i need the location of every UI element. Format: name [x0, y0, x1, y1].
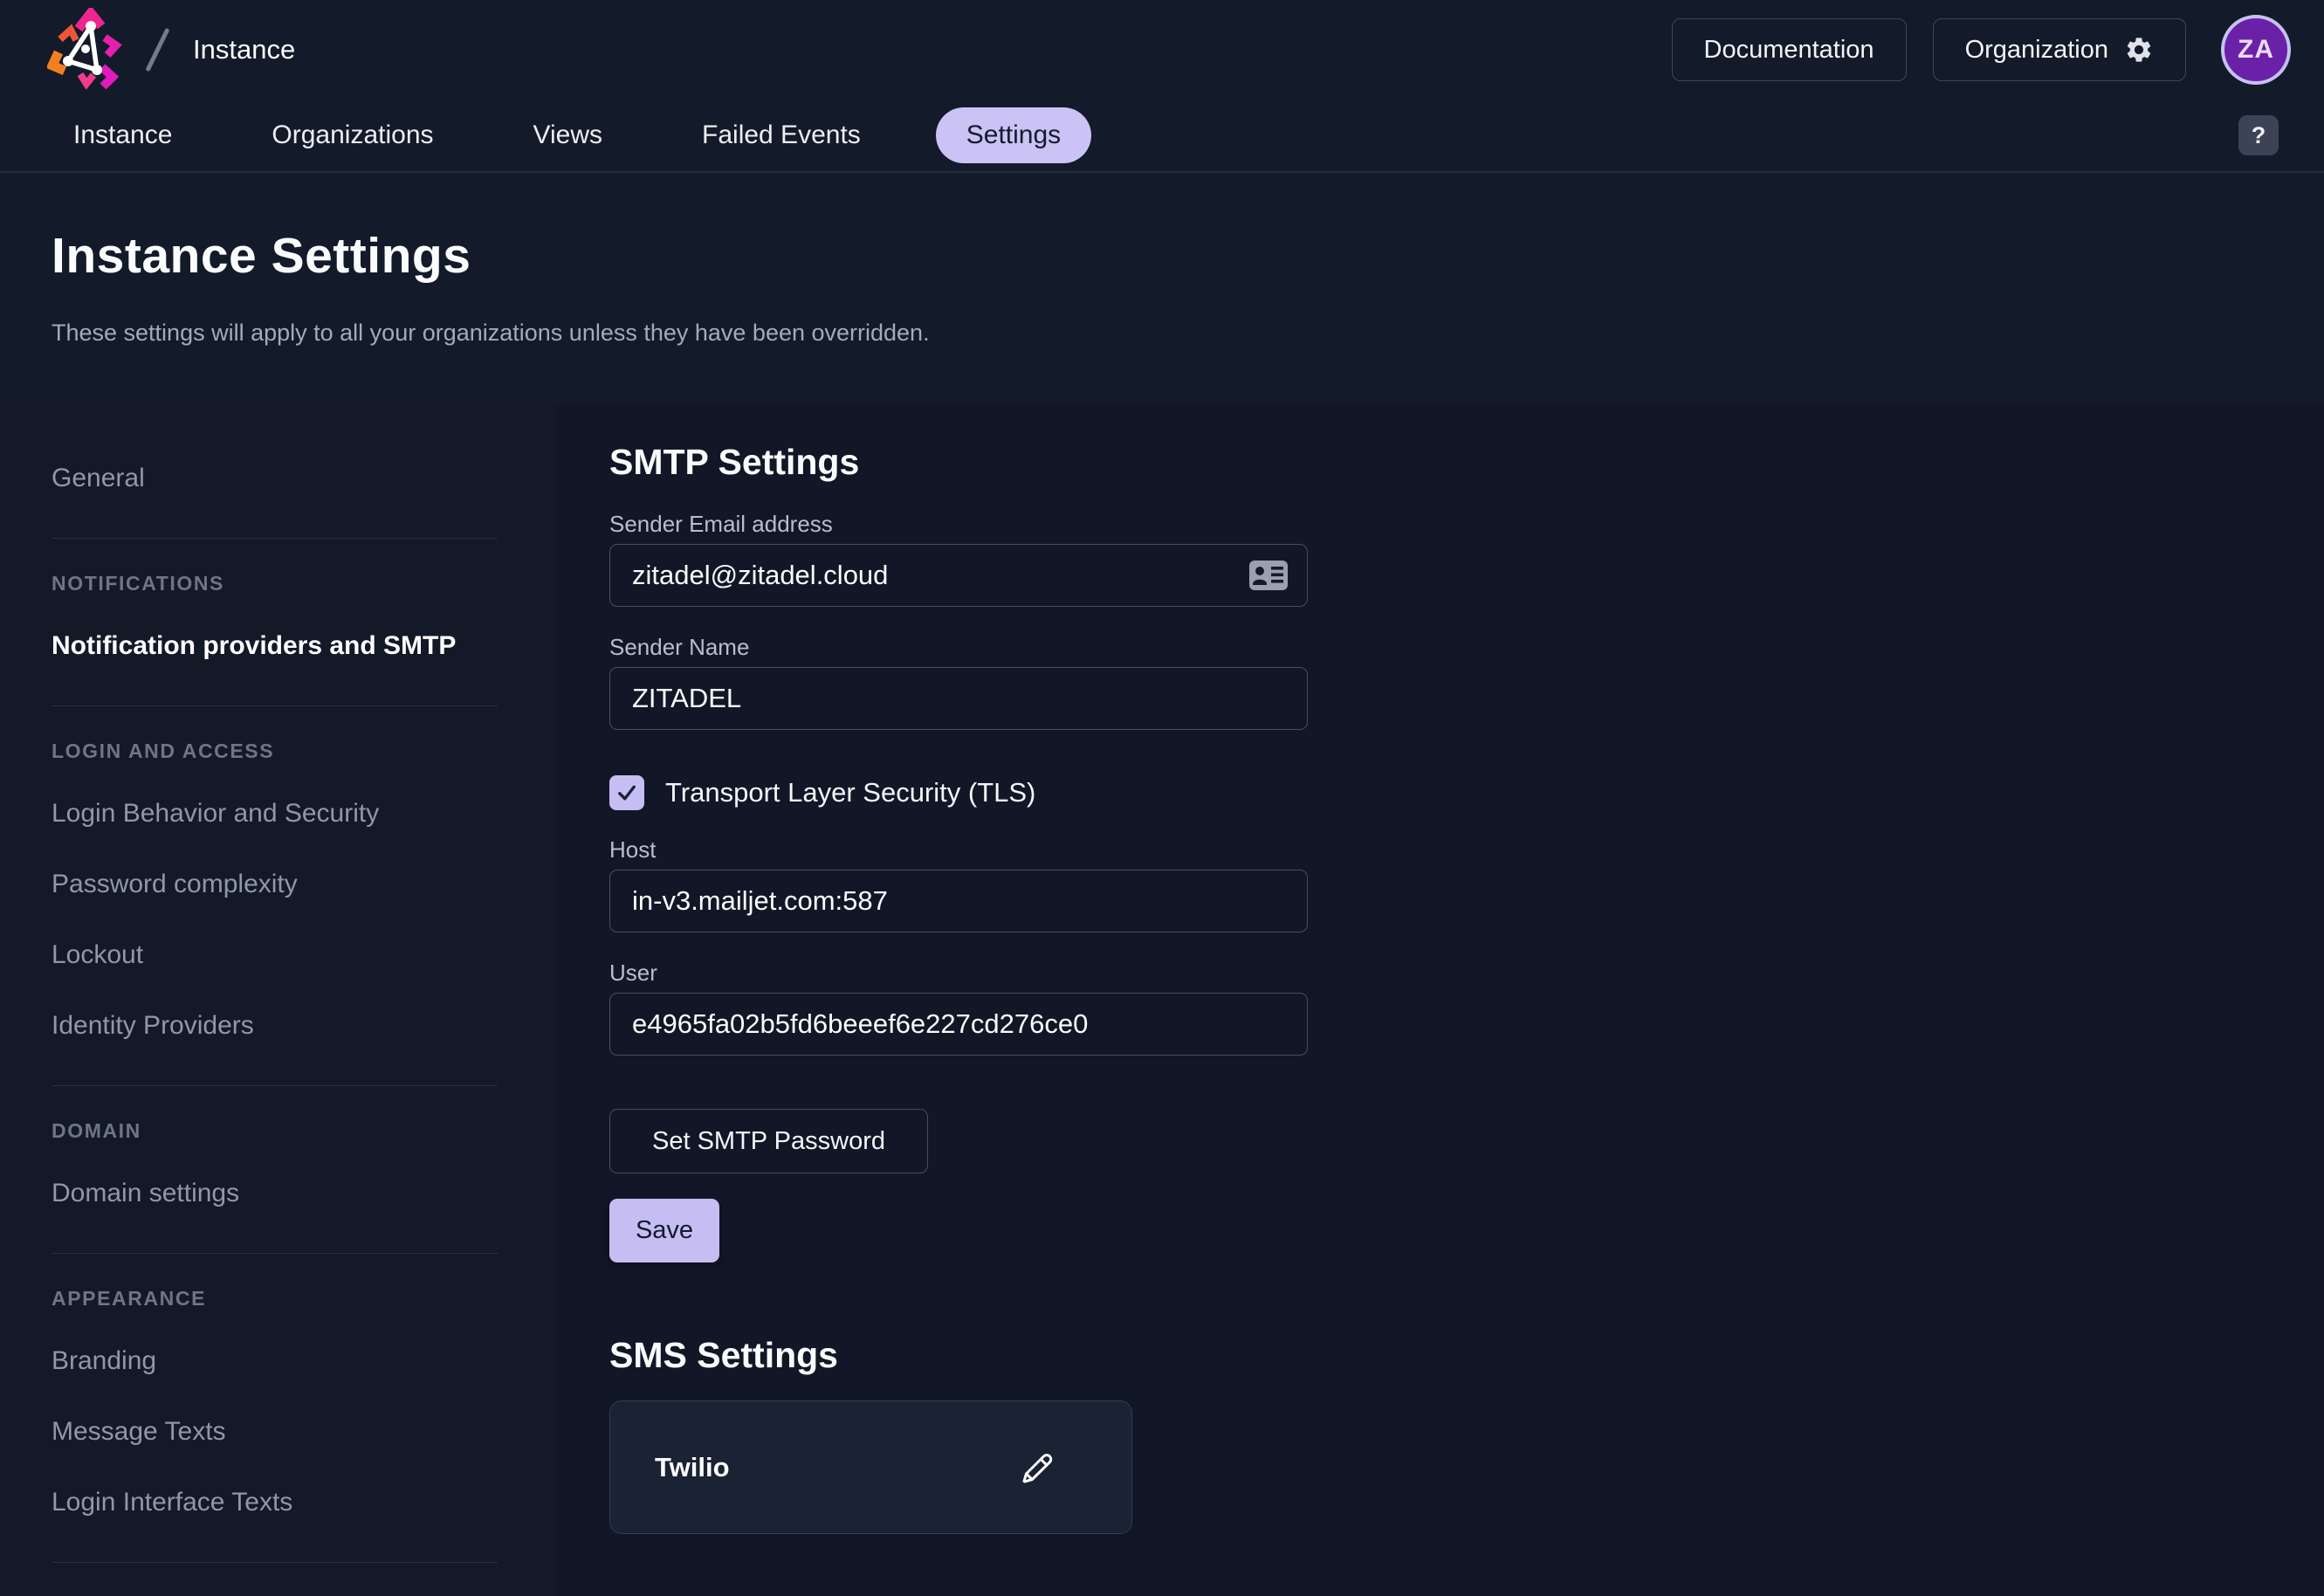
set-smtp-password-button[interactable]: Set SMTP Password	[609, 1109, 928, 1173]
smtp-settings-title: SMTP Settings	[609, 441, 2324, 483]
title-block: Instance Settings These settings will ap…	[0, 173, 2324, 404]
sidebar-item-password-complexity[interactable]: Password complexity	[52, 869, 554, 900]
sidebar-item-domain-settings[interactable]: Domain settings	[52, 1178, 554, 1209]
user-avatar[interactable]: ZA	[2221, 15, 2291, 85]
sidebar-item-login-interface-texts[interactable]: Login Interface Texts	[52, 1487, 554, 1518]
topbar-actions: Documentation Organization ZA	[1672, 15, 2292, 85]
zitadel-logo-icon[interactable]	[45, 6, 133, 93]
settings-body: General NOTIFICATIONS Notification provi…	[0, 404, 2324, 1596]
save-button[interactable]: Save	[609, 1199, 719, 1262]
edit-pencil-icon[interactable]	[1017, 1448, 1057, 1488]
host-field-group: Host	[609, 838, 1308, 932]
user-field-group: User	[609, 961, 1308, 1056]
host-label: Host	[609, 838, 1308, 861]
sender-email-label: Sender Email address	[609, 513, 1308, 535]
sender-name-label: Sender Name	[609, 636, 1308, 658]
smtp-settings-panel: SMTP Settings Sender Email address	[554, 404, 2324, 1596]
sidebar-item-branding[interactable]: Branding	[52, 1345, 554, 1377]
sender-name-field-group: Sender Name	[609, 636, 1308, 730]
documentation-button[interactable]: Documentation	[1672, 18, 1907, 81]
sidebar-section-notifications: NOTIFICATIONS	[52, 572, 554, 595]
question-mark-icon: ?	[2252, 122, 2266, 149]
tab-failed-events[interactable]: Failed Events	[677, 108, 885, 162]
sidebar-item-login-behavior[interactable]: Login Behavior and Security	[52, 798, 554, 829]
user-label: User	[609, 961, 1308, 984]
sms-provider-name: Twilio	[655, 1452, 730, 1483]
sidebar-item-identity-providers[interactable]: Identity Providers	[52, 1010, 554, 1042]
sender-email-input[interactable]	[609, 544, 1308, 607]
checkmark-icon	[614, 780, 640, 806]
contact-card-icon[interactable]	[1248, 559, 1289, 592]
avatar-initials: ZA	[2238, 35, 2274, 65]
user-input[interactable]	[609, 993, 1308, 1056]
sidebar-item-lockout[interactable]: Lockout	[52, 939, 554, 971]
sidebar-divider	[52, 1253, 498, 1254]
sender-name-input[interactable]	[609, 667, 1308, 730]
organization-button[interactable]: Organization	[1933, 18, 2186, 81]
sidebar-divider	[52, 1085, 498, 1086]
tls-checkbox[interactable]	[609, 775, 644, 810]
tls-row: Transport Layer Security (TLS)	[609, 775, 2324, 810]
tab-instance[interactable]: Instance	[49, 108, 196, 162]
documentation-button-label: Documentation	[1704, 36, 1874, 65]
settings-sidebar: General NOTIFICATIONS Notification provi…	[0, 404, 554, 1596]
tls-label[interactable]: Transport Layer Security (TLS)	[665, 777, 1035, 808]
tab-settings[interactable]: Settings	[936, 107, 1091, 163]
top-bar: Instance Documentation Organization ZA	[0, 0, 2324, 100]
sidebar-item-general[interactable]: General	[52, 463, 554, 494]
sender-email-field-group: Sender Email address	[609, 513, 1308, 607]
tab-organizations[interactable]: Organizations	[247, 108, 457, 162]
sidebar-divider	[52, 705, 498, 706]
page-subtitle: These settings will apply to all your or…	[52, 320, 2272, 347]
sidebar-section-appearance: APPEARANCE	[52, 1287, 554, 1310]
sidebar-section-login-and-access: LOGIN AND ACCESS	[52, 740, 554, 762]
gear-icon	[2124, 35, 2154, 65]
header-region: Instance Documentation Organization ZA	[0, 0, 2324, 404]
sidebar-section-domain: DOMAIN	[52, 1119, 554, 1142]
sms-provider-card-twilio[interactable]: Twilio	[609, 1400, 1132, 1534]
zitadel-console: Instance Documentation Organization ZA	[0, 0, 2324, 1572]
sidebar-divider	[52, 1562, 498, 1563]
organization-button-label: Organization	[1965, 36, 2108, 65]
breadcrumb-slash-divider	[145, 28, 169, 72]
tab-views[interactable]: Views	[509, 108, 627, 162]
instance-tab-bar: Instance Organizations Views Failed Even…	[0, 100, 2324, 173]
page-title: Instance Settings	[52, 227, 2272, 285]
sms-settings-title: SMS Settings	[609, 1334, 2324, 1376]
sidebar-divider	[52, 538, 498, 539]
breadcrumb[interactable]: Instance	[193, 34, 295, 65]
host-input[interactable]	[609, 870, 1308, 932]
sidebar-item-notification-providers-smtp[interactable]: Notification providers and SMTP	[52, 630, 554, 662]
help-button[interactable]: ?	[2238, 115, 2279, 155]
sidebar-item-message-texts[interactable]: Message Texts	[52, 1416, 554, 1448]
